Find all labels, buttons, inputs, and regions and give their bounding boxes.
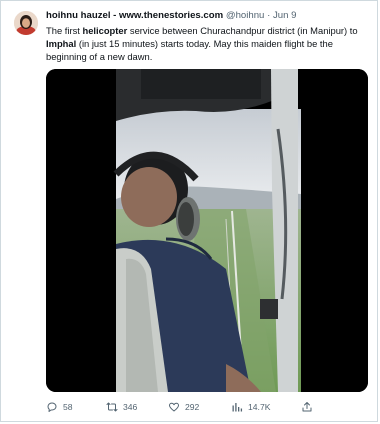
retweet-arrows-icon	[106, 402, 118, 412]
like-button[interactable]: 292	[168, 399, 199, 415]
avatar[interactable]	[14, 11, 38, 35]
reply-count: 58	[63, 402, 73, 412]
share-button[interactable]	[301, 399, 318, 415]
tweet-text-part: The first	[46, 25, 83, 36]
author-handle[interactable]: @hoihnu	[226, 10, 265, 21]
bar-chart-icon	[232, 403, 243, 412]
tweet-content: hoihnu hauzel - www.thenestories.com @ho…	[46, 9, 371, 63]
tweet-video[interactable]	[46, 69, 368, 392]
speech-bubble-icon	[47, 402, 57, 412]
heart-icon	[169, 402, 179, 412]
reply-button[interactable]: 58	[46, 399, 73, 415]
tweet-text: The first helicopter service between Chu…	[46, 24, 371, 63]
retweet-count: 346	[123, 402, 138, 412]
tweet-actions: 58 346 292 14.7K	[46, 399, 346, 415]
tweet-text-bold: Imphal	[46, 38, 77, 49]
tweet-header: hoihnu hauzel - www.thenestories.com @ho…	[46, 9, 371, 22]
avatar-photo	[14, 11, 38, 35]
tweet-text-part: service between Churachandpur district (…	[127, 25, 358, 36]
views-button[interactable]: 14.7K	[231, 399, 270, 415]
tweet-text-bold: helicopter	[82, 25, 128, 36]
like-count: 292	[185, 402, 200, 412]
tweet-date[interactable]: Jun 9	[273, 10, 296, 21]
retweet-button[interactable]: 346	[106, 399, 137, 415]
tweet-text-part: (in just 15 minutes) starts today. May t…	[46, 38, 333, 62]
author-name[interactable]: hoihnu hauzel - www.thenestories.com	[46, 10, 223, 21]
header-separator: ·	[267, 10, 271, 21]
share-upload-icon	[302, 402, 312, 412]
views-count: 14.7K	[248, 402, 271, 412]
video-frame	[46, 69, 368, 392]
tweet-card[interactable]: hoihnu hauzel - www.thenestories.com @ho…	[0, 0, 378, 422]
